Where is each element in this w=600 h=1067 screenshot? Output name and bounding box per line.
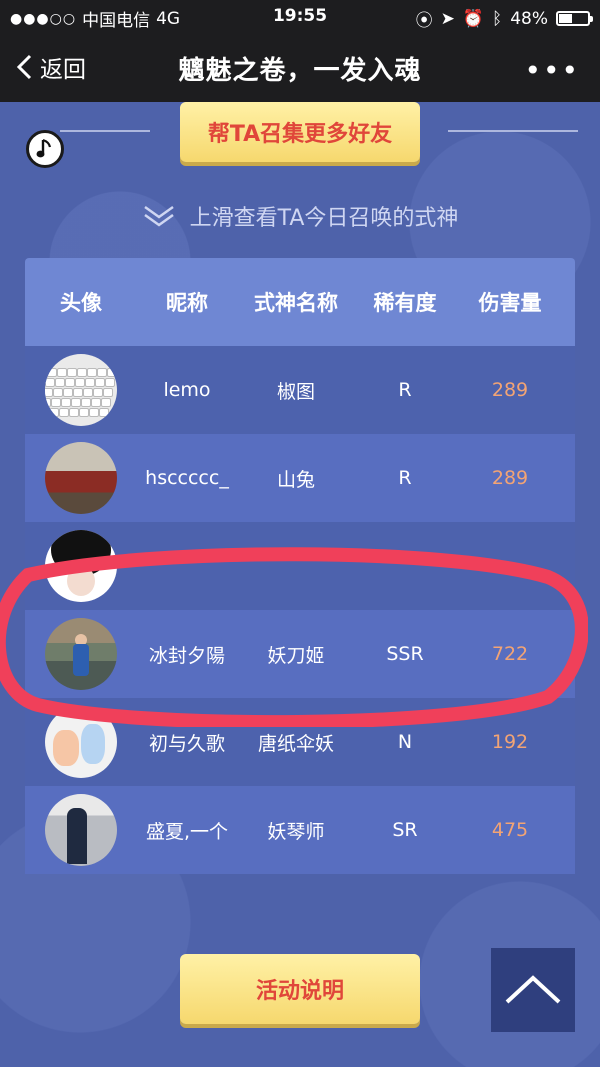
status-bar: ●●●○○ 中国电信 4G 19:55 ⦿ ➤ ⏰ ᛒ 48% [0, 0, 600, 34]
avatar [45, 442, 117, 514]
row-shikigami: 唐纸伞妖 [257, 732, 334, 755]
row-damage: 475 [491, 819, 529, 841]
header-avatar: 头像 [60, 291, 102, 315]
table-row: hsccccc_ 山兔 R 289 [25, 434, 575, 522]
double-chevron-down-icon [143, 205, 174, 227]
row-nickname: hsccccc_ [145, 467, 229, 489]
table-row: lemo 椒图 R 289 [25, 346, 575, 434]
battery-percent: 48% [510, 8, 548, 29]
avatar [45, 794, 117, 866]
invite-friends-button[interactable]: 帮TA召集更多好友 [180, 102, 420, 162]
row-damage: 192 [491, 731, 529, 753]
row-rarity: R [398, 467, 412, 489]
page-title: 魑魅之卷，一发入魂 [178, 56, 422, 86]
row-shikigami: 椒图 [276, 380, 315, 403]
alarm-icon: ⏰ [462, 8, 484, 29]
row-shikigami: 妖琴师 [267, 820, 325, 843]
row-damage: 289 [491, 467, 529, 489]
row-rarity: SR [392, 819, 418, 841]
page-content: 帮TA召集更多好友 上滑查看TA今日召唤的式神 头像 昵称 式神名称 稀有度 伤… [0, 102, 600, 1067]
lock-rotation-icon: ⦿ [415, 11, 433, 31]
summon-table: 头像 昵称 式神名称 稀有度 伤害量 lemo 椒图 R 289 hsccccc… [25, 258, 575, 874]
row-rarity: SSR [386, 643, 424, 665]
header-shikigami: 式神名称 [254, 291, 338, 315]
scroll-hint: 上滑查看TA今日召唤的式神 [0, 200, 600, 232]
row-rarity: R [398, 379, 412, 401]
scroll-hint-text: 上滑查看TA今日召唤的式神 [189, 206, 459, 231]
bluetooth-icon: ᛒ [492, 8, 503, 29]
header-rarity: 稀有度 [373, 291, 437, 315]
music-toggle-icon[interactable] [26, 130, 64, 168]
battery-icon [556, 11, 593, 26]
scroll-to-top-button[interactable] [491, 948, 575, 1032]
table-header: 头像 昵称 式神名称 稀有度 伤害量 [25, 258, 575, 346]
row-rarity: N [397, 731, 413, 753]
table-row [25, 522, 575, 610]
avatar [45, 618, 117, 690]
header-nickname: 昵称 [166, 291, 208, 315]
avatar [45, 354, 117, 426]
divider-right [448, 130, 578, 132]
divider-left [60, 130, 150, 132]
row-damage: 722 [491, 643, 529, 665]
header-damage: 伤害量 [478, 291, 542, 315]
nav-bar: 返回 魑魅之卷，一发入魂 ••• [0, 34, 600, 102]
table-row: 初与久歌 唐纸伞妖 N 192 [25, 698, 575, 786]
table-row: 盛夏,一个 妖琴师 SR 475 [25, 786, 575, 874]
more-options-icon[interactable]: ••• [524, 54, 580, 87]
row-nickname: 初与久歌 [148, 732, 225, 755]
row-shikigami: 山兔 [276, 468, 315, 491]
activity-rules-button[interactable]: 活动说明 [180, 954, 420, 1024]
row-nickname: 盛夏,一个 [145, 820, 229, 843]
row-shikigami: 妖刀姬 [267, 644, 325, 667]
row-nickname: lemo [163, 379, 211, 401]
chevron-up-icon [505, 975, 561, 1004]
location-icon: ➤ [440, 8, 455, 29]
avatar [45, 706, 117, 778]
row-nickname: 冰封夕陽 [148, 644, 225, 667]
table-row: 冰封夕陽 妖刀姬 SSR 722 [25, 610, 575, 698]
avatar [45, 530, 117, 602]
row-damage: 289 [491, 379, 529, 401]
